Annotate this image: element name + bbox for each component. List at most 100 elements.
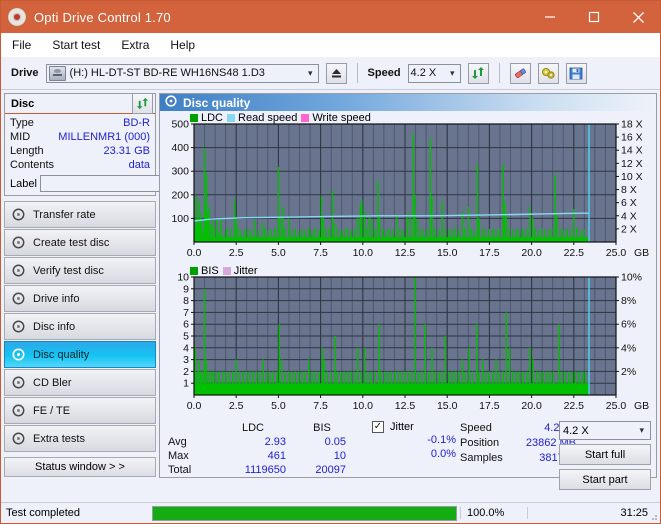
disc-box-header: Disc bbox=[5, 93, 155, 114]
svg-text:12.5: 12.5 bbox=[395, 400, 416, 412]
svg-text:14 X: 14 X bbox=[621, 145, 643, 157]
gears-button[interactable] bbox=[537, 62, 559, 84]
svg-text:2.5: 2.5 bbox=[229, 247, 244, 259]
test-speed-value: 4.2 X bbox=[563, 424, 589, 437]
drive-toolbar: Drive (H:) HL-DT-ST BD-RE WH16NS48 1.D3 … bbox=[1, 57, 660, 90]
disc-row-key: Length bbox=[10, 145, 44, 157]
eraser-button[interactable] bbox=[509, 62, 531, 84]
bis-chart-svg: 12345678910 2% 4% 6% 8% 10% 0.0 2.5 5.0 7.5 10.0 12… bbox=[177, 272, 649, 413]
resize-grip-icon[interactable] bbox=[648, 511, 658, 521]
jitter-label: Jitter bbox=[390, 421, 414, 433]
svg-text:10 X: 10 X bbox=[621, 171, 643, 183]
sidebar-item-label: Disc info bbox=[33, 320, 76, 333]
speed-select[interactable]: 4.2 X ▾ bbox=[407, 63, 461, 83]
ldc-chart-svg: 1002003004005002 X4 X6 X8 X10 X12 X14 X1… bbox=[171, 119, 649, 260]
svg-text:17.5: 17.5 bbox=[479, 247, 500, 259]
legend-label: Jitter bbox=[233, 265, 258, 277]
progress-percent: 100.0% bbox=[460, 507, 527, 519]
disc-refresh-button[interactable] bbox=[132, 93, 153, 114]
window-controls bbox=[528, 1, 660, 33]
sidebar-item-label: Verify test disc bbox=[33, 264, 104, 277]
disc-rows: Type BD-R MID MILLENMR1 (000) Length 23.… bbox=[5, 114, 242, 195]
svg-text:6 X: 6 X bbox=[621, 197, 637, 209]
speed-label: Speed bbox=[367, 67, 401, 79]
disc-row-value: MILLENMR1 (000) bbox=[58, 131, 150, 143]
close-button[interactable] bbox=[616, 1, 660, 33]
error-stats-table: LDC BIS Avg 2.93 0.05 Max 461 10 Total 1… bbox=[168, 421, 368, 477]
chevron-down-icon: ▾ bbox=[308, 67, 313, 78]
start-full-button[interactable]: Start full bbox=[559, 444, 651, 465]
svg-text:2%: 2% bbox=[621, 366, 636, 378]
stats-max-ldc: 461 bbox=[267, 450, 286, 462]
speed-select-value: 4.2 X bbox=[410, 67, 437, 79]
svg-text:300: 300 bbox=[171, 166, 189, 178]
svg-text:22.5: 22.5 bbox=[564, 247, 585, 259]
sidebar-item-cd-bler[interactable]: CD Bler bbox=[4, 369, 156, 396]
legend-swatch bbox=[190, 267, 198, 275]
svg-text:7.5: 7.5 bbox=[313, 400, 328, 412]
jitter-value-2: 0.0% bbox=[430, 448, 456, 460]
menu-help[interactable]: Help bbox=[168, 37, 197, 53]
svg-text:400: 400 bbox=[171, 142, 189, 154]
svg-text:12 X: 12 X bbox=[621, 158, 643, 170]
sidebar-item-create-test-disc[interactable]: Create test disc bbox=[4, 229, 156, 256]
legend-label: Write speed bbox=[312, 112, 371, 124]
disc-row-key: Contents bbox=[10, 159, 55, 171]
sidebar-item-transfer-rate[interactable]: Transfer rate bbox=[4, 201, 156, 228]
ldc-chart-legend: LDC Read speed Write speed bbox=[190, 112, 371, 124]
svg-text:7.5: 7.5 bbox=[313, 247, 328, 259]
eject-button[interactable] bbox=[325, 62, 347, 84]
stats-row-key-max: Max bbox=[168, 450, 189, 462]
status-message: Test completed bbox=[6, 507, 80, 519]
stats-row-key-total: Total bbox=[168, 464, 192, 476]
elapsed-time: 31:25 bbox=[527, 507, 660, 519]
toolbar-divider bbox=[356, 63, 358, 83]
sidebar-item-extra-tests[interactable]: Extra tests bbox=[4, 425, 156, 452]
refresh-button[interactable] bbox=[467, 62, 489, 84]
svg-text:9: 9 bbox=[183, 283, 189, 295]
maximize-button[interactable] bbox=[572, 1, 616, 33]
sidebar-item-fe-te[interactable]: FE / TE bbox=[4, 397, 156, 424]
progress-bar bbox=[152, 505, 457, 521]
menu-start-test[interactable]: Start test bbox=[50, 37, 102, 53]
disc-icon bbox=[12, 376, 25, 389]
sidebar-item-label: Extra tests bbox=[33, 432, 85, 445]
svg-text:2 X: 2 X bbox=[621, 223, 637, 235]
disc-row-key: Type bbox=[10, 117, 34, 129]
menu-file[interactable]: File bbox=[10, 37, 33, 53]
legend-swatch bbox=[227, 114, 236, 122]
charts-container: LDC Read speed Write speed 100 200 300 400 500… bbox=[160, 111, 656, 418]
start-part-button[interactable]: Start part bbox=[559, 469, 651, 490]
jitter-checkbox[interactable]: ✓ bbox=[372, 421, 384, 433]
svg-text:4: 4 bbox=[183, 342, 189, 354]
svg-text:100: 100 bbox=[171, 213, 189, 225]
drive-select[interactable]: (H:) HL-DT-ST BD-RE WH16NS48 1.D3 ▾ bbox=[45, 63, 319, 83]
disc-box-title: Disc bbox=[11, 97, 35, 110]
svg-text:10%: 10% bbox=[621, 272, 642, 284]
status-window-button[interactable]: Status window > > bbox=[4, 457, 156, 477]
svg-text:15.0: 15.0 bbox=[437, 400, 458, 412]
drive-select-value: (H:) HL-DT-ST BD-RE WH16NS48 1.D3 bbox=[69, 67, 265, 79]
test-speed-select[interactable]: 4.2 X ▾ bbox=[559, 421, 651, 440]
sidebar-item-disc-info[interactable]: Disc info bbox=[4, 313, 156, 340]
legend-label: BIS bbox=[201, 265, 219, 277]
disc-quality-icon bbox=[165, 95, 177, 110]
sidebar-item-drive-info[interactable]: Drive info bbox=[4, 285, 156, 312]
minimize-button[interactable] bbox=[528, 1, 572, 33]
sidebar-item-disc-quality[interactable]: Disc quality bbox=[4, 341, 156, 368]
readout-key-position: Position bbox=[460, 437, 500, 449]
svg-text:0.0: 0.0 bbox=[187, 247, 202, 259]
disc-icon bbox=[12, 292, 25, 305]
svg-text:8%: 8% bbox=[621, 295, 636, 307]
disc-icon bbox=[12, 320, 25, 333]
save-button[interactable] bbox=[565, 62, 587, 84]
disc-icon bbox=[12, 264, 25, 277]
sidebar: Disc Type BD-R MID MILLENMR1 (000) Lengt… bbox=[1, 90, 242, 478]
svg-text:500: 500 bbox=[171, 119, 189, 131]
menu-extra[interactable]: Extra bbox=[119, 37, 151, 53]
legend-label: LDC bbox=[201, 112, 224, 124]
sidebar-item-verify-test-disc[interactable]: Verify test disc bbox=[4, 257, 156, 284]
svg-text:8 X: 8 X bbox=[621, 184, 637, 196]
main-area: Disc Type BD-R MID MILLENMR1 (000) Lengt… bbox=[1, 90, 660, 490]
sidebar-item-label: CD Bler bbox=[33, 376, 72, 389]
